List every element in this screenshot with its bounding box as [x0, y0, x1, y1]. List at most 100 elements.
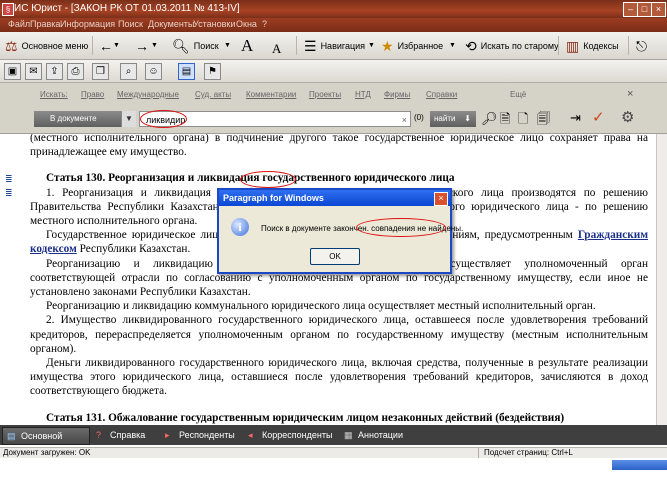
- menu-documents[interactable]: Документы: [148, 19, 194, 29]
- window-title: ИС Юрист - [ЗАКОН РК ОТ 01.03.2011 № 413…: [14, 3, 240, 14]
- menu-file[interactable]: Файл: [8, 19, 30, 29]
- gear-icon[interactable]: ⚙: [621, 108, 634, 126]
- navigation-label: Навигация: [320, 40, 366, 51]
- font-decrease-button[interactable]: A: [272, 39, 281, 58]
- tab-comments[interactable]: Комментарии: [246, 90, 296, 99]
- save-icon[interactable]: ▣: [4, 63, 21, 80]
- tab-reference[interactable]: ? Справка: [92, 427, 145, 443]
- doc-icon: ▤: [7, 431, 16, 441]
- match-count: (0): [414, 113, 424, 122]
- main-menu-button[interactable]: ⚖ Основное меню: [5, 36, 88, 55]
- search-panel-label: Искать:: [40, 90, 68, 99]
- close-search-panel-icon[interactable]: ×: [627, 88, 633, 100]
- tab-ntd[interactable]: НТД: [355, 90, 371, 99]
- paragraph: 2. Имущество ликвидированного государств…: [30, 314, 648, 355]
- search-button[interactable]: 🔍︎ Поиск: [172, 36, 219, 55]
- tab-court-acts[interactable]: Суд. акты: [195, 90, 231, 99]
- window-title-bar: § ИС Юрист - [ЗАКОН РК ОТ 01.03.2011 № 4…: [0, 0, 667, 18]
- menu-search[interactable]: Поиск: [118, 19, 143, 29]
- document-ref-icon[interactable]: ≣: [5, 186, 13, 200]
- search-old-label: Искать по старому: [480, 40, 559, 51]
- ok-button[interactable]: OK: [310, 248, 360, 265]
- clear-search-icon[interactable]: ×: [402, 112, 407, 128]
- exit-button[interactable]: ⎋: [636, 36, 651, 55]
- favorites-button[interactable]: ★ Избранное: [381, 36, 443, 55]
- menu-edit[interactable]: Правка: [30, 19, 60, 29]
- chevron-down-icon: ▼: [121, 111, 136, 127]
- info-icon: i: [231, 218, 249, 236]
- goto-icon[interactable]: ⇥: [570, 110, 581, 126]
- export-icon[interactable]: ⇪: [46, 63, 63, 80]
- print-icon[interactable]: ⎙: [67, 63, 84, 80]
- separator: [92, 36, 93, 55]
- find-button[interactable]: найти ⬇: [430, 111, 476, 127]
- tab-correspondents[interactable]: ◂ Корреспонденты: [244, 427, 332, 443]
- navigation-button[interactable]: ☰ Навигация: [304, 36, 365, 55]
- favorites-label: Избранное: [397, 40, 444, 51]
- dialog-title: Paragraph for Windows: [219, 190, 450, 206]
- user-icon[interactable]: ☺: [145, 63, 162, 80]
- find-button-label: найти: [434, 114, 456, 123]
- tab-law[interactable]: Право: [81, 90, 104, 99]
- menu-info[interactable]: Информация: [60, 19, 115, 29]
- navigation-dropdown[interactable]: ▼: [368, 36, 375, 55]
- copy-icon[interactable]: ❐: [92, 63, 109, 80]
- tab-correspondents-label: Корреспонденты: [262, 430, 333, 440]
- document-view[interactable]: ≣ ≣ (местного исполнительного органа) в …: [0, 134, 656, 425]
- search-old-button[interactable]: ⟲ Искать по старому: [465, 36, 559, 55]
- document-view-icon[interactable]: ▤: [178, 63, 195, 80]
- search-scope-select[interactable]: В документе ▼: [34, 111, 136, 127]
- tab-main[interactable]: ▤ Основной: [2, 427, 90, 445]
- menu-help[interactable]: ?: [262, 19, 267, 29]
- tab-more[interactable]: Ещё: [510, 90, 526, 99]
- tab-references[interactable]: Справки: [426, 90, 457, 99]
- paragraph: Деньги ликвидированного государственного…: [30, 357, 648, 398]
- main-toolbar: ⚖ Основное меню ← ▼ → ▼ 🔍︎ Поиск ▼ A A ☰…: [0, 32, 667, 60]
- paragraph: (местного исполнительного органа) в подч…: [30, 134, 648, 159]
- tab-annotations[interactable]: ▦ Аннотации: [340, 427, 403, 443]
- scales-icon: ⚖: [5, 37, 18, 54]
- check-icon[interactable]: ✓: [592, 108, 605, 126]
- separator: [558, 36, 559, 55]
- close-button[interactable]: ×: [651, 2, 666, 17]
- arrow-down-icon: ⬇: [464, 114, 471, 123]
- red-annotation-circle: [356, 218, 446, 237]
- vertical-scrollbar[interactable]: [656, 134, 667, 425]
- help-icon: ?: [96, 430, 102, 440]
- message-dialog: Paragraph for Windows × i Поиск в докуме…: [217, 188, 463, 274]
- note-list-icon[interactable]: 🗐︎: [537, 110, 550, 132]
- menu-bar: Файл Правка Информация Поиск Документы У…: [0, 18, 667, 32]
- email-icon[interactable]: ✉: [25, 63, 42, 80]
- note-icon[interactable]: 🗎︎: [500, 110, 510, 132]
- tab-main-label: Основной: [21, 431, 63, 441]
- star-icon: ★: [381, 37, 394, 54]
- favorites-dropdown[interactable]: ▼: [449, 36, 456, 55]
- codes-button[interactable]: ▥ Кодексы: [566, 36, 619, 55]
- tab-international[interactable]: Международные: [117, 90, 179, 99]
- dialog-close-button[interactable]: ×: [434, 192, 448, 206]
- menu-settings[interactable]: Установки: [193, 19, 235, 29]
- bookmark-icon[interactable]: ⚑: [204, 63, 221, 80]
- font-increase-button[interactable]: A: [241, 36, 253, 55]
- binoculars-icon[interactable]: 🔎︎: [481, 111, 498, 127]
- maximize-button[interactable]: □: [637, 2, 652, 17]
- tab-respondents[interactable]: ▸ Респонденты: [161, 427, 235, 443]
- document-toolbar: ▣ ✉ ⇪ ⎙ ❐ ⌕ ☺ ▤ ⚑: [0, 60, 667, 83]
- note-edit-icon[interactable]: 🗋︎: [518, 110, 528, 132]
- bottom-tab-bar: ▤ Основной ? Справка ▸ Респонденты ◂ Кор…: [0, 425, 667, 445]
- forward-dropdown[interactable]: ▼: [151, 36, 158, 55]
- red-annotation-circle: [140, 110, 187, 128]
- search-label: Поиск: [193, 40, 219, 51]
- tab-firms[interactable]: Фирмы: [384, 90, 410, 99]
- separator: [296, 36, 297, 55]
- tab-respondents-label: Респонденты: [179, 430, 235, 440]
- minimize-button[interactable]: –: [623, 2, 638, 17]
- search-dropdown[interactable]: ▼: [224, 36, 231, 55]
- tab-projects[interactable]: Проекты: [309, 90, 341, 99]
- back-dropdown[interactable]: ▼: [113, 36, 120, 55]
- app-icon: §: [2, 3, 14, 16]
- document-ref-icon[interactable]: ≣: [5, 172, 13, 186]
- find-icon[interactable]: ⌕: [120, 63, 137, 80]
- arrow-icon: ◂: [248, 430, 253, 440]
- menu-windows[interactable]: Окна: [236, 19, 257, 29]
